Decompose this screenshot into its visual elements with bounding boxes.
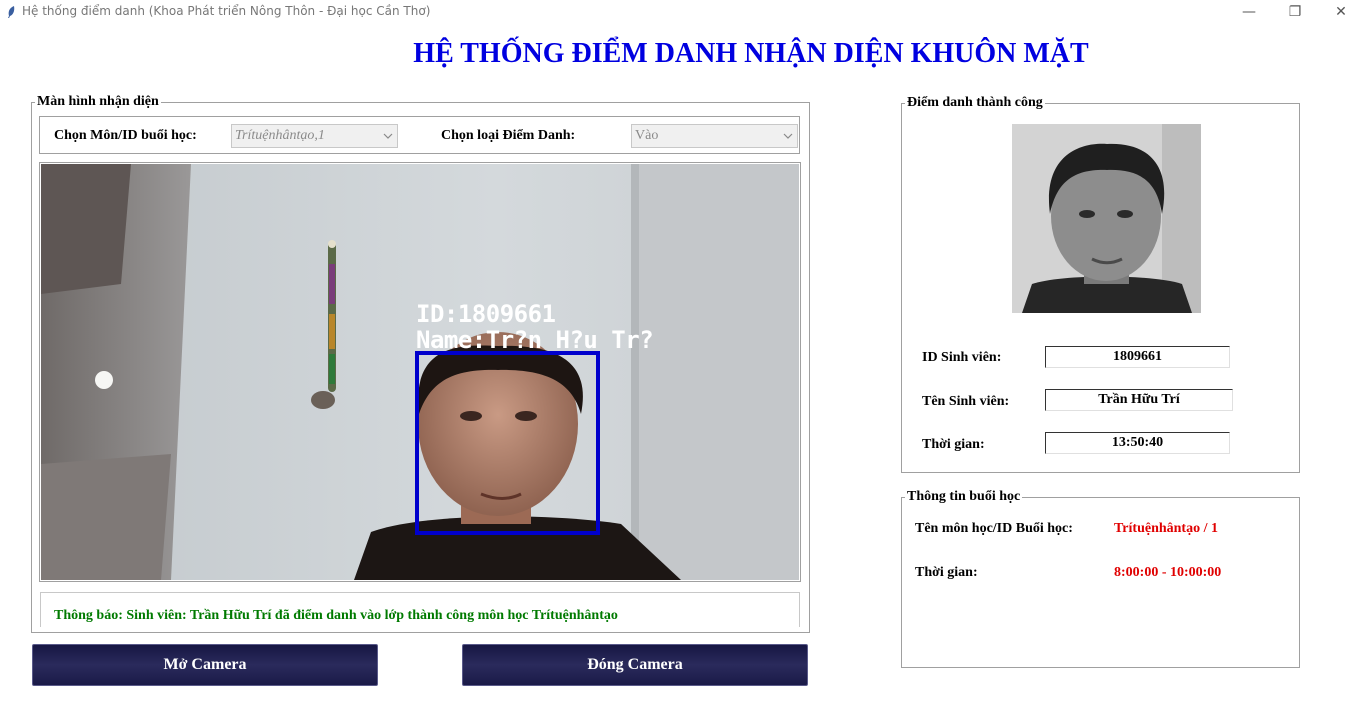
overlay-student-id: ID:1809661	[416, 300, 556, 328]
attendance-type-value: Vào	[635, 128, 659, 143]
recognition-group-label: Màn hình nhận diện	[35, 94, 161, 110]
subject-label: Chọn Môn/ID buổi học:	[54, 128, 197, 143]
camera-feed: ID:1809661 Name:Tr?n H?u Tr?	[41, 164, 799, 580]
overlay-student-name: Name:Tr?n H?u Tr?	[416, 326, 654, 354]
course-value: Trítuệnhântạo / 1	[1114, 521, 1218, 536]
open-camera-label: Mở Camera	[163, 656, 247, 673]
student-id-label: ID Sinh viên:	[922, 350, 1002, 365]
attendance-type-select[interactable]: Vào	[631, 124, 798, 148]
minimize-icon: —	[1242, 4, 1256, 20]
close-button[interactable]: ✕	[1318, 0, 1364, 24]
session-time-label: Thời gian:	[915, 565, 978, 580]
feather-icon	[8, 6, 15, 18]
open-camera-button[interactable]: Mở Camera	[32, 644, 378, 686]
subject-select-value: Trítuệnhântạo,1	[235, 128, 325, 143]
student-name-label: Tên Sinh viên:	[922, 394, 1010, 409]
student-photo	[1012, 124, 1201, 313]
session-time-value: 8:00:00 - 10:00:00	[1114, 565, 1222, 580]
chevron-down-icon	[779, 125, 797, 147]
notice-message: Thông báo: Sinh viên: Trần Hữu Trí đã đi…	[54, 608, 618, 623]
restore-icon: ❐	[1288, 4, 1302, 20]
close-camera-button[interactable]: Đóng Camera	[462, 644, 808, 686]
app-title: HỆ THỐNG ĐIỂM DANH NHẬN DIỆN KHUÔN MẶT	[413, 38, 1089, 69]
success-group-label: Điểm danh thành công	[905, 95, 1045, 111]
chevron-down-icon	[379, 125, 397, 147]
attendance-time-field: 13:50:40	[1045, 432, 1230, 454]
close-icon: ✕	[1335, 4, 1347, 20]
subject-select[interactable]: Trítuệnhântạo,1	[231, 124, 398, 148]
close-camera-label: Đóng Camera	[587, 656, 683, 673]
camera-image	[41, 164, 799, 580]
student-name-field: Trần Hữu Trí	[1045, 389, 1233, 411]
restore-button[interactable]: ❐	[1272, 0, 1318, 24]
window-title: Hệ thống điểm danh (Khoa Phát triển Nông…	[22, 4, 431, 18]
course-label: Tên môn học/ID Buổi học:	[915, 521, 1073, 536]
title-bar: Hệ thống điểm danh (Khoa Phát triển Nông…	[0, 0, 1366, 24]
attendance-time-label: Thời gian:	[922, 437, 985, 452]
minimize-button[interactable]: —	[1226, 0, 1272, 24]
attendance-type-label: Chọn loại Điểm Danh:	[441, 128, 576, 143]
student-id-field: 1809661	[1045, 346, 1230, 368]
session-group-label: Thông tin buổi học	[905, 489, 1023, 505]
